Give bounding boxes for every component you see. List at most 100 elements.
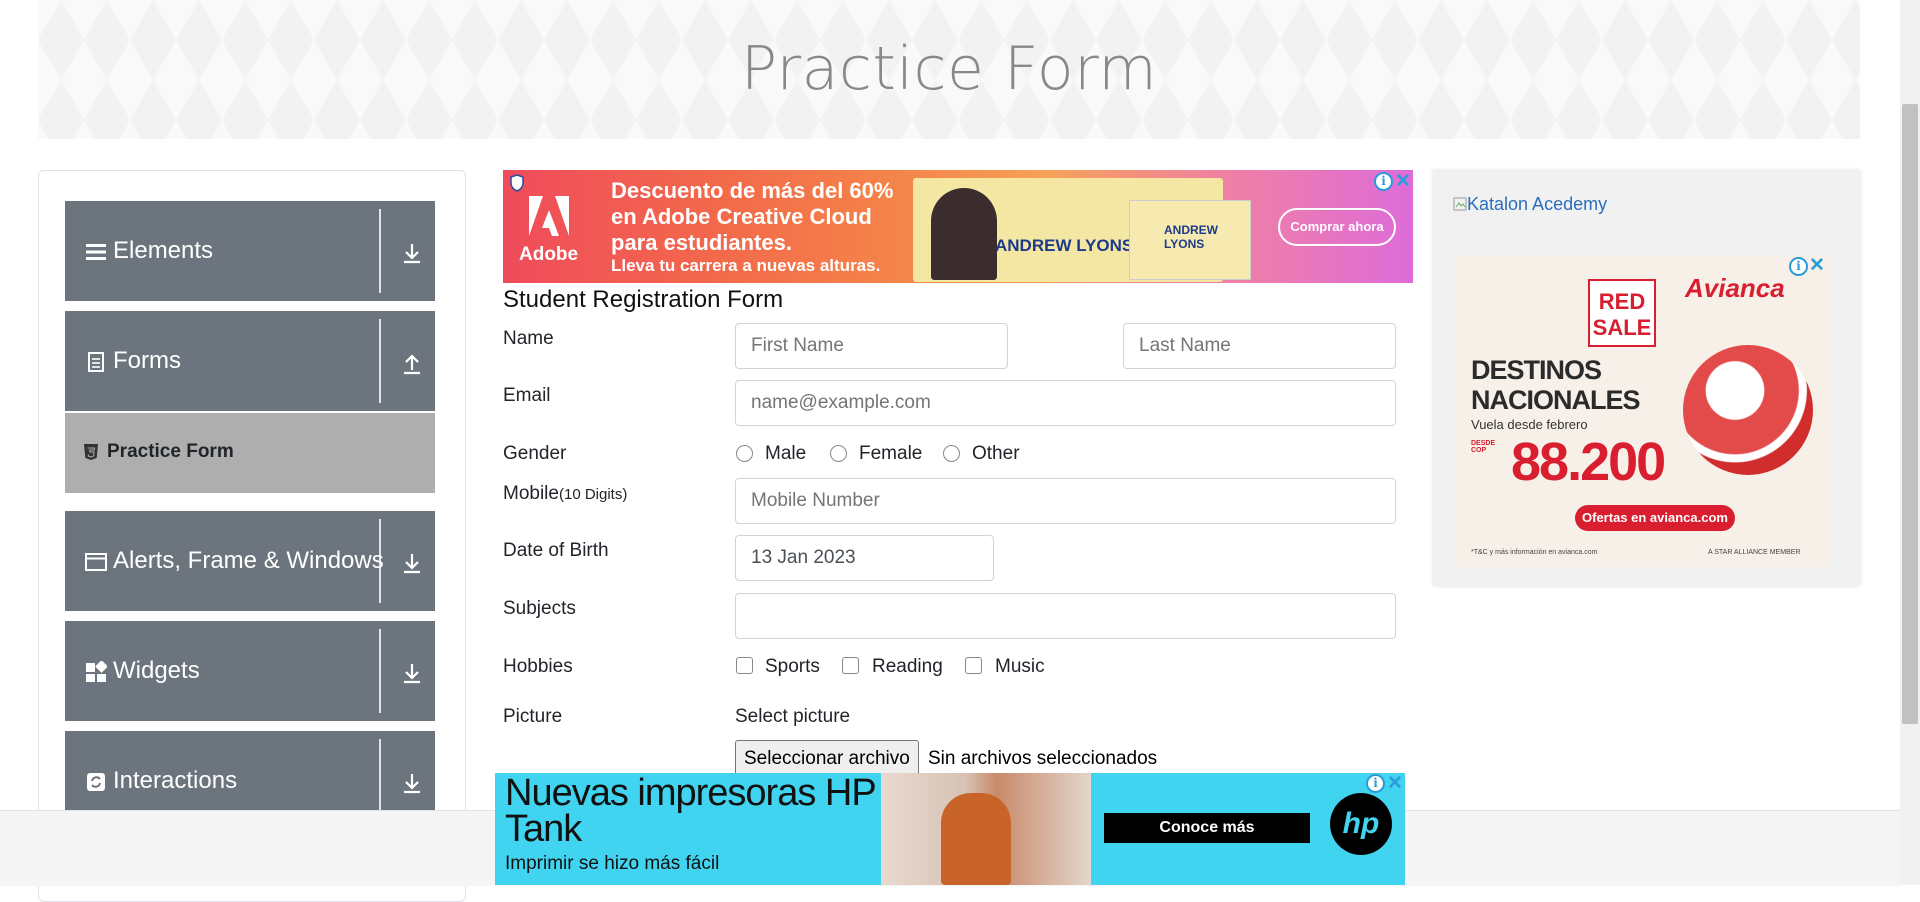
- first-name-input[interactable]: [735, 323, 1008, 369]
- sidebar-group-label: Interactions: [113, 767, 238, 794]
- mobile-input[interactable]: [735, 478, 1396, 524]
- right-ad-panel: Katalon Acedemy RED SALE Avianca DESTINO…: [1433, 170, 1860, 586]
- select-picture-label: Select picture: [735, 706, 851, 727]
- download-icon: [404, 774, 420, 794]
- gender-option-label[interactable]: Female: [859, 443, 922, 465]
- widgets-icon: [86, 661, 107, 682]
- download-icon: [404, 664, 420, 684]
- subjects-label: Subjects: [503, 598, 576, 619]
- dob-label: Date of Birth: [503, 540, 609, 561]
- divider: [379, 629, 381, 713]
- html5-icon: [84, 444, 98, 460]
- sidebar-group-label: Forms: [113, 347, 181, 374]
- hp-logo: hp: [1330, 793, 1392, 855]
- ad-subline: Imprimir se hizo más fácil: [505, 853, 720, 874]
- email-label: Email: [503, 385, 551, 406]
- sidebar-group-label: Widgets: [113, 657, 200, 684]
- sidebar-item-practice-form[interactable]: Practice Form: [65, 413, 435, 493]
- sidebar-group-forms[interactable]: Forms: [65, 311, 435, 411]
- form-title: Student Registration Form: [503, 286, 784, 313]
- divider: [379, 319, 381, 403]
- document-icon: [88, 352, 104, 372]
- scrollbar-thumb[interactable]: [1902, 104, 1918, 724]
- price-prefix: DESDE COP: [1471, 440, 1496, 454]
- adobe-ad-banner[interactable]: Adobe Descuento de más del 60% en Adobe …: [503, 170, 1413, 283]
- hp-ad-banner[interactable]: Nuevas impresoras HP Tank Imprimir se hi…: [495, 773, 1405, 885]
- ad-price: 88.200: [1511, 432, 1666, 492]
- ad-close-icon[interactable]: ✕: [1809, 256, 1825, 275]
- broken-image-link[interactable]: Katalon Acedemy: [1453, 194, 1607, 215]
- ad-info-icon[interactable]: i: [1366, 774, 1385, 793]
- gender-female-radio[interactable]: [830, 445, 847, 462]
- sidebar-group-elements[interactable]: Elements: [65, 201, 435, 301]
- divider: [379, 209, 381, 293]
- divider: [379, 519, 381, 603]
- upload-icon: [404, 354, 420, 375]
- mobile-label: Mobile(10 Digits): [503, 483, 627, 505]
- sale-badge: RED SALE: [1588, 279, 1656, 347]
- subjects-input[interactable]: [735, 593, 1396, 639]
- broken-image-alt: Katalon Acedemy: [1467, 194, 1608, 214]
- email-input[interactable]: [735, 380, 1396, 426]
- ad-close-icon[interactable]: ✕: [1395, 172, 1411, 191]
- ad-close-icon[interactable]: ✕: [1387, 774, 1403, 793]
- list-icon: [86, 244, 106, 260]
- ad-brand: Avianca: [1685, 273, 1785, 303]
- download-icon: [404, 244, 420, 264]
- last-name-input[interactable]: [1123, 323, 1396, 369]
- ad-headline: DESTINOS NACIONALES: [1471, 355, 1641, 415]
- ad-headline: Descuento de más del 60% en Adobe Creati…: [611, 178, 894, 255]
- ad-headline: Nuevas impresoras HP Tank: [505, 773, 876, 850]
- gender-option-label[interactable]: Other: [972, 443, 1020, 465]
- ad-subline: Vuela desde febrero: [1471, 417, 1588, 432]
- ad-photo: [881, 773, 1091, 885]
- ad-image-card-small: ANDREW LYONS: [1129, 200, 1251, 280]
- person-image: [941, 793, 1011, 885]
- page-title: Practice Form: [740, 34, 1158, 104]
- refresh-icon: [87, 773, 105, 791]
- mobile-hint: (10 Digits): [558, 486, 628, 503]
- hobby-music-checkbox[interactable]: [965, 657, 982, 674]
- avianca-ad[interactable]: RED SALE Avianca DESTINOS NACIONALES Vue…: [1453, 255, 1827, 567]
- hobbies-label: Hobbies: [503, 656, 573, 677]
- date-of-birth-input[interactable]: [735, 535, 994, 581]
- ad-card-name: ANDREW LYONS: [1164, 223, 1218, 251]
- ad-cta-button[interactable]: Conoce más: [1104, 813, 1310, 843]
- ad-info-icon[interactable]: i: [1374, 172, 1393, 191]
- gender-other-radio[interactable]: [943, 445, 960, 462]
- sidebar: Elements Forms Practice Form Alerts, Fra…: [38, 170, 466, 902]
- hobby-option-label[interactable]: Sports: [765, 656, 820, 678]
- hobby-option-label[interactable]: Reading: [872, 656, 943, 678]
- ad-card-name: ANDREW LYONS: [995, 236, 1134, 255]
- sidebar-group-alerts[interactable]: Alerts, Frame & Windows: [65, 511, 435, 611]
- hobby-option-label[interactable]: Music: [995, 656, 1045, 678]
- window-icon: [85, 553, 107, 571]
- gender-label: Gender: [503, 443, 567, 464]
- page-header-banner: Practice Form: [38, 0, 1860, 139]
- ad-subline: Lleva tu carrera a nuevas alturas.: [611, 256, 881, 275]
- picture-label: Picture: [503, 706, 563, 727]
- sidebar-item-label: Practice Form: [107, 441, 234, 462]
- person-image: [931, 188, 997, 280]
- ad-footnote-alliance: A STAR ALLIANCE MEMBER: [1708, 549, 1801, 556]
- sidebar-group-widgets[interactable]: Widgets: [65, 621, 435, 721]
- ad-brand: Adobe: [519, 244, 579, 265]
- ad-info-icon[interactable]: i: [1789, 257, 1808, 276]
- file-status-text: Sin archivos seleccionados: [928, 748, 1158, 769]
- sidebar-group-label: Alerts, Frame & Windows: [113, 547, 384, 574]
- ad-cta-button[interactable]: Comprar ahora: [1278, 208, 1396, 246]
- hobby-sports-checkbox[interactable]: [736, 657, 753, 674]
- name-label: Name: [503, 328, 554, 349]
- gender-male-radio[interactable]: [736, 445, 753, 462]
- hobby-reading-checkbox[interactable]: [842, 657, 859, 674]
- broken-image-icon: [1453, 197, 1467, 211]
- shield-icon: [510, 174, 524, 192]
- adobe-logo-icon: [529, 196, 569, 236]
- mobile-label-text: Mobile: [503, 483, 559, 504]
- gender-option-label[interactable]: Male: [765, 443, 806, 465]
- sidebar-group-label: Elements: [113, 237, 214, 264]
- beach-ball-image: [1683, 345, 1813, 475]
- ad-cta-button[interactable]: Ofertas en avianca.com: [1575, 505, 1735, 531]
- download-icon: [404, 554, 420, 574]
- ad-footnote: *T&C y más información en avianca.com: [1471, 549, 1598, 556]
